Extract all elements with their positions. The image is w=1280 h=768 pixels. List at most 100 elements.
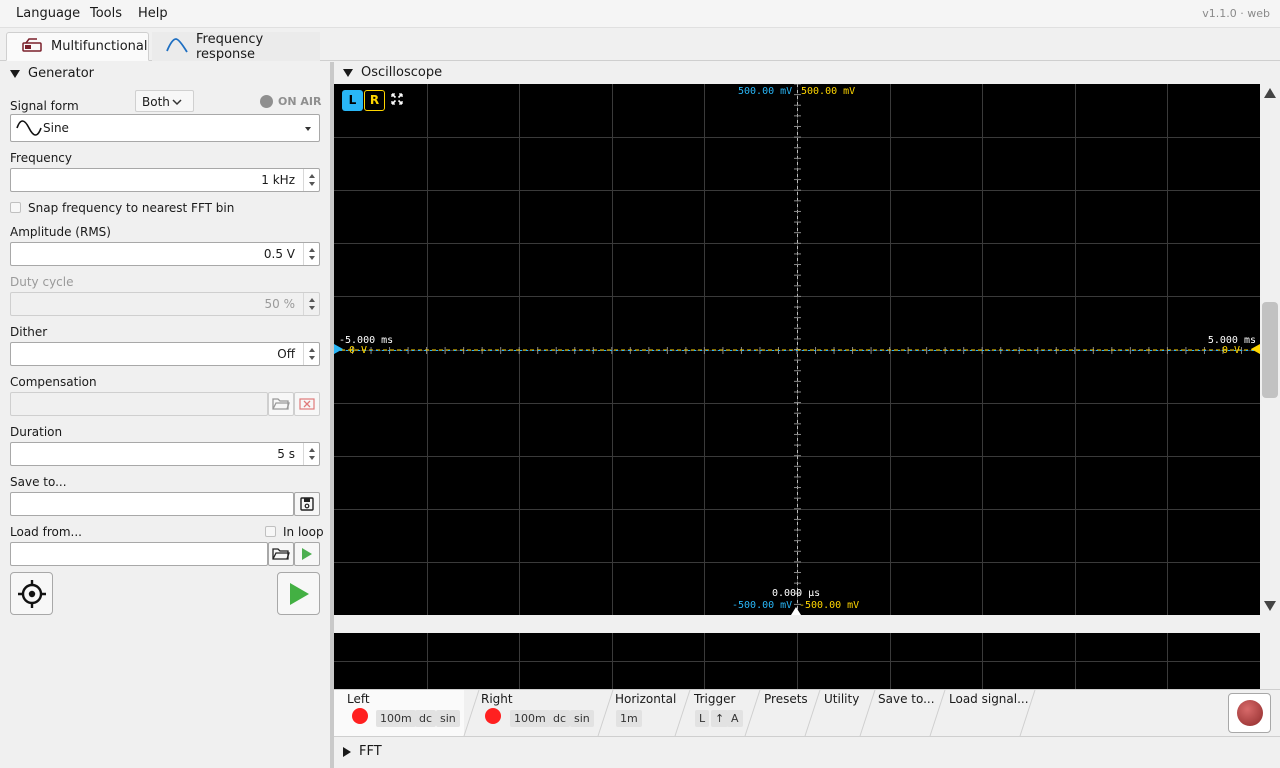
tab-load-signal-label: Load signal... (949, 692, 1029, 706)
compensation-clear-button[interactable] (294, 392, 320, 416)
frequency-input[interactable]: 1 kHz (10, 168, 320, 192)
generator-panel: Generator Signal form Both ON AIR Sine F… (0, 62, 330, 768)
sine-wave-icon (16, 120, 42, 136)
right-zero-marker-icon[interactable] (1251, 344, 1260, 354)
on-air-label: ON AIR (278, 95, 322, 108)
tab-utility-label: Utility (824, 692, 860, 706)
oscilloscope-display[interactable]: L R 500.00 mV 500.00 mV -5.000 ms 5.000 … (334, 84, 1260, 615)
dither-label: Dither (10, 325, 48, 339)
left-coupling-chip[interactable]: dc (415, 710, 437, 727)
left-mode-chip[interactable]: sin (436, 710, 460, 727)
oscilloscope-title: Oscilloscope (361, 65, 443, 80)
duration-input[interactable]: 5 s (10, 442, 320, 466)
target-icon (17, 579, 46, 608)
fit-screen-icon[interactable] (391, 93, 403, 105)
zero-right-label: 0 V (1221, 345, 1240, 356)
menu-tools[interactable]: Tools (90, 6, 122, 21)
scope-grid (334, 84, 1260, 615)
signal-form-value: Sine (43, 121, 69, 135)
trigger-edge-chip[interactable]: ↑ (711, 710, 729, 727)
dropdown-arrow-icon (305, 127, 311, 131)
load-open-button[interactable] (268, 542, 294, 566)
compensation-open-button[interactable] (268, 392, 294, 416)
load-path-input[interactable] (10, 542, 268, 566)
tab-left-label: Left (347, 692, 370, 706)
fft-title: FFT (359, 744, 382, 759)
record-button[interactable] (1228, 693, 1271, 733)
tab-horizontal-label: Horizontal (615, 692, 677, 706)
amplitude-label: Amplitude (RMS) (10, 225, 111, 239)
version-label: v1.1.0 · web (1202, 7, 1270, 20)
amplitude-input[interactable]: 0.5 V (10, 242, 320, 266)
right-mode-chip[interactable]: sin (570, 710, 594, 727)
tab-label: Multifunctional (51, 39, 148, 54)
tab-separator (859, 690, 876, 736)
horizontal-scale-chip[interactable]: 1m (616, 710, 642, 727)
save-button[interactable] (294, 492, 320, 516)
zero-left-label: 0 V (349, 345, 368, 356)
bottom-right-scale: -500.00 mV (799, 600, 860, 611)
compensation-label: Compensation (10, 375, 97, 389)
generator-header[interactable]: Generator (10, 66, 94, 81)
tab-separator (463, 690, 480, 736)
channel-select[interactable]: Both (135, 90, 194, 112)
left-record-icon[interactable] (352, 708, 368, 724)
channel-right-toggle[interactable]: R (364, 90, 385, 111)
save-to-label: Save to... (10, 475, 67, 489)
top-left-scale: 500.00 mV (738, 86, 793, 97)
tab-separator (597, 690, 614, 736)
menu-help[interactable]: Help (138, 6, 168, 21)
scroll-up-icon[interactable] (1264, 88, 1276, 98)
scroll-down-icon[interactable] (1264, 601, 1276, 611)
top-right-scale: 500.00 mV (801, 86, 856, 97)
dither-input[interactable]: Off (10, 342, 320, 366)
tab-separator (674, 690, 691, 736)
amplitude-spinner[interactable] (303, 243, 319, 265)
right-coupling-chip[interactable]: dc (549, 710, 571, 727)
overview-strip[interactable] (334, 633, 1260, 689)
in-loop-checkbox[interactable] (265, 526, 276, 537)
channel-left-toggle[interactable]: L (342, 90, 363, 111)
folder-icon (272, 398, 290, 410)
duty-input: 50 % (10, 292, 320, 316)
frequency-spinner[interactable] (303, 169, 319, 191)
clear-icon (299, 398, 315, 410)
amplitude-value: 0.5 V (263, 247, 295, 261)
menu-language[interactable]: Language (16, 6, 80, 21)
signal-form-select[interactable]: Sine (10, 114, 320, 142)
record-icon (1236, 700, 1263, 726)
tab-label: Frequency response (196, 31, 264, 62)
scroll-thumb[interactable] (1262, 302, 1278, 398)
snap-checkbox[interactable] (10, 202, 21, 213)
expand-icon (343, 746, 351, 757)
tab-multifunctional[interactable]: Multifunctional (6, 32, 149, 61)
fft-header[interactable]: FFT (343, 744, 382, 759)
oscilloscope-scrollbar[interactable] (1260, 84, 1280, 615)
trigger-position-marker-icon[interactable] (791, 607, 801, 615)
dither-spinner[interactable] (303, 343, 319, 365)
right-record-icon[interactable] (485, 708, 501, 724)
oscilloscope-header[interactable]: Oscilloscope (343, 65, 442, 80)
play-icon (302, 548, 312, 560)
duration-spinner[interactable] (303, 443, 319, 465)
save-path-input[interactable] (10, 492, 294, 516)
on-air-indicator-icon (260, 95, 273, 108)
dither-value: Off (277, 347, 295, 361)
trigger-channel-chip[interactable]: L (695, 710, 710, 727)
left-range-chip[interactable]: 100m (376, 710, 416, 727)
overview-gap (334, 615, 1280, 633)
right-range-chip[interactable]: 100m (510, 710, 550, 727)
generate-play-button[interactable] (277, 572, 320, 615)
duty-value: 50 % (264, 297, 296, 311)
left-zero-marker-icon[interactable] (334, 344, 343, 354)
tab-frequency-response[interactable]: Frequency response (152, 31, 320, 62)
frequency-value: 1 kHz (261, 173, 295, 187)
load-play-button[interactable] (294, 542, 320, 566)
signal-form-label: Signal form (10, 99, 79, 113)
duty-label: Duty cycle (10, 275, 74, 289)
chevron-down-icon (172, 99, 182, 106)
calibrate-button[interactable] (10, 572, 53, 615)
trigger-mode-chip[interactable]: A (727, 710, 743, 727)
overview-grid (334, 633, 1260, 689)
tab-right-label: Right (481, 692, 513, 706)
